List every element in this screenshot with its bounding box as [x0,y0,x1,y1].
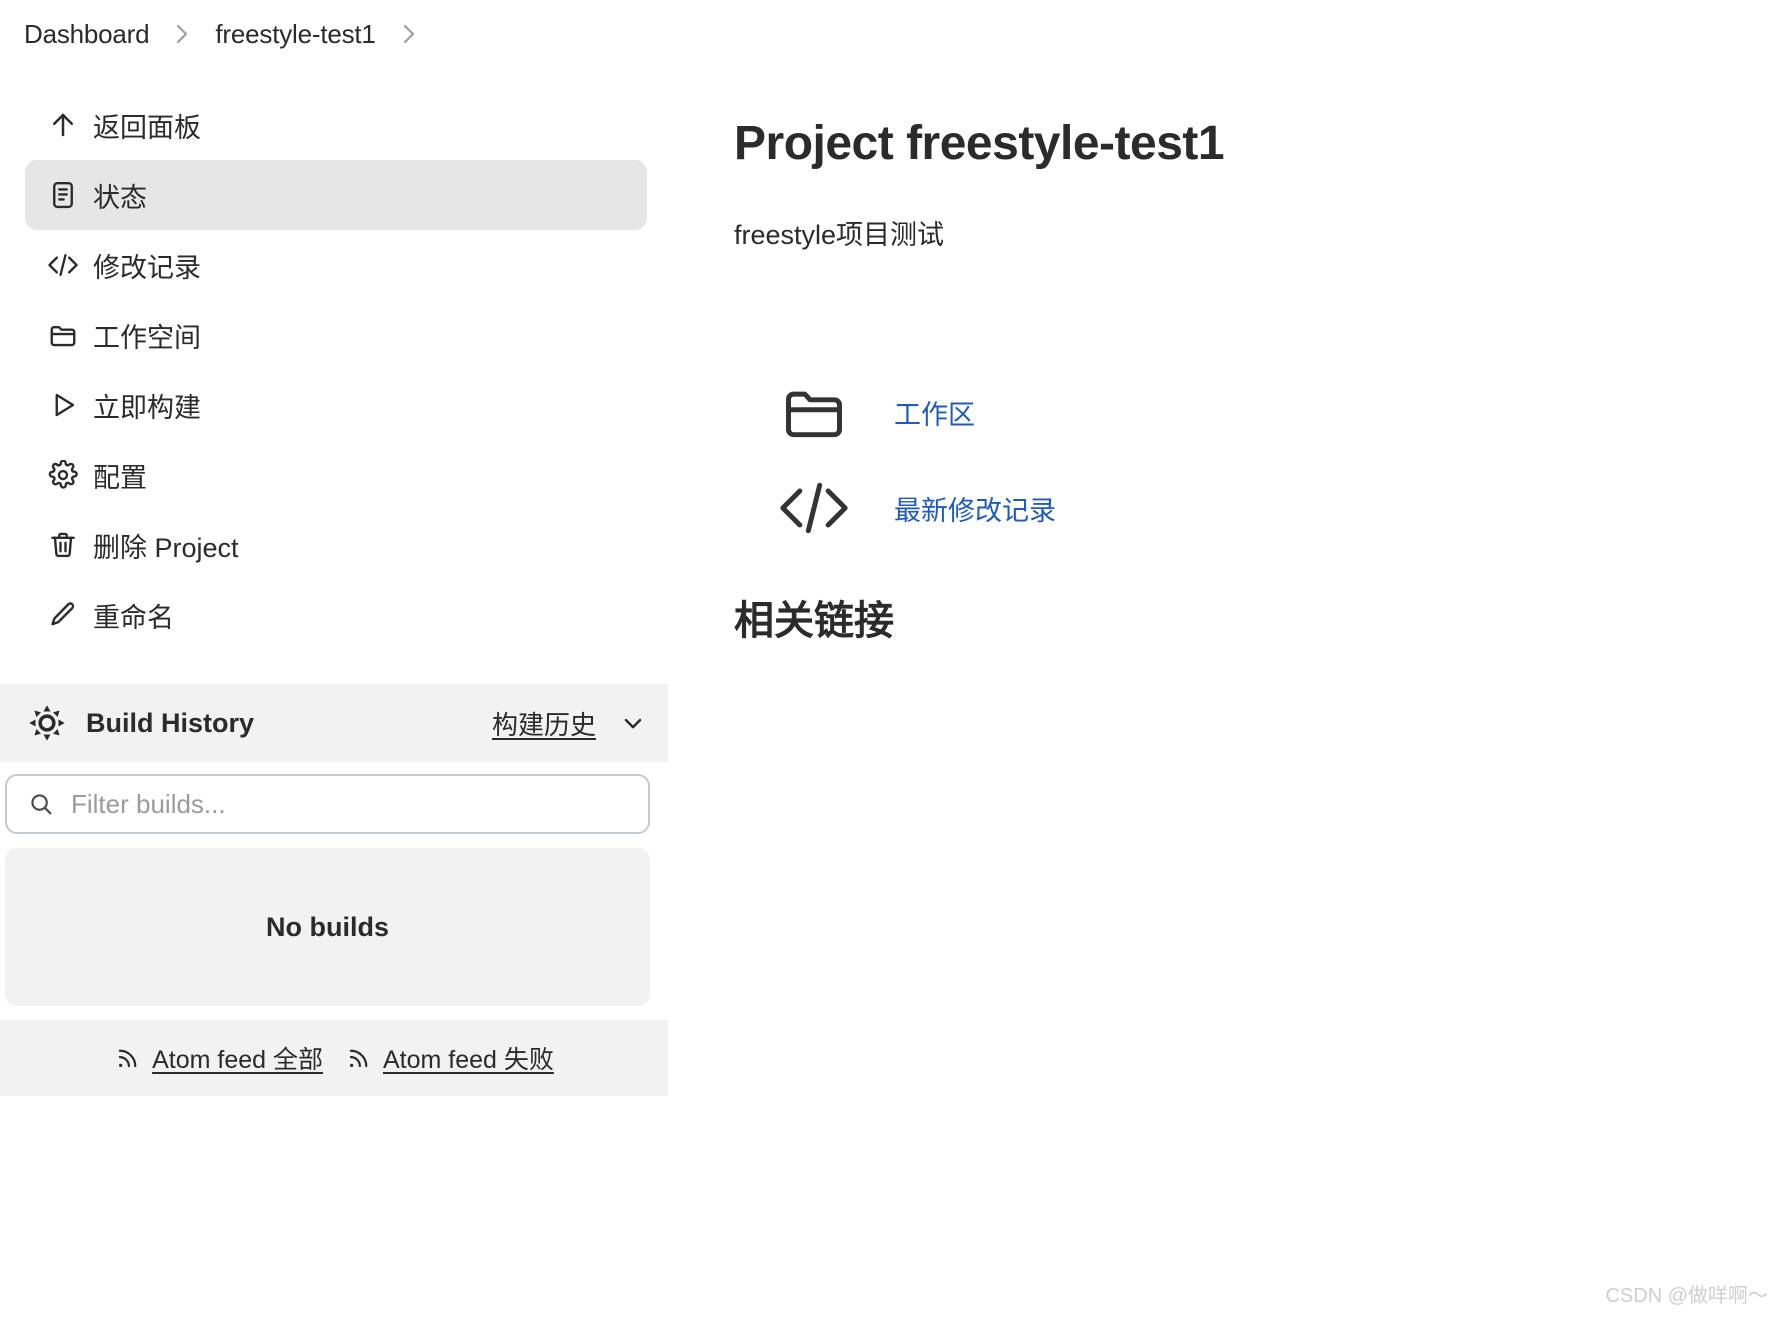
breadcrumb-item-dashboard[interactable]: Dashboard [24,19,150,50]
sidebar-item-label: 重命名 [93,602,174,633]
build-history-actions: 构建历史 [492,705,648,742]
atom-feed-all-label: Atom feed 全部 [152,1046,323,1074]
project-links: 工作区 最新修改记录 [734,364,1750,556]
sidebar-item-label: 立即构建 [93,392,201,423]
atom-feeds-bar: Atom feed 全部 Atom feed 失败 [0,1020,668,1096]
filter-builds-input[interactable] [71,788,628,820]
sidebar-item-label: 返回面板 [93,112,201,143]
build-history-panel: Build History 构建历史 No builds [0,684,672,1096]
sidebar-item-label: 工作空间 [93,322,201,353]
breadcrumb-item-project[interactable]: freestyle-test1 [215,19,375,50]
project-description: freestyle项目测试 [734,220,945,250]
sidebar-item-build-now[interactable]: 立即构建 [25,370,647,440]
page-title: Project freestyle-test1 [734,117,1225,170]
no-builds-label: No builds [266,911,389,942]
folder-icon [734,378,894,446]
workspace-link-label: 工作区 [894,399,975,430]
sidebar-item-changes[interactable]: 修改记录 [25,230,647,300]
document-icon [47,179,79,211]
sidebar-item-rename[interactable]: 重命名 [25,580,647,650]
folder-icon [47,319,79,351]
arrow-up-icon [47,109,79,141]
pencil-icon [47,599,79,631]
filter-builds-container[interactable] [5,774,650,834]
rss-icon [345,1044,373,1072]
trash-icon [47,529,79,561]
atom-feed-failed-link[interactable]: Atom feed 失败 [345,1040,554,1076]
build-history-title: Build History [86,707,255,738]
build-history-icon [26,702,68,744]
build-history-link[interactable]: 构建历史 [492,705,596,742]
watermark: CSDN @做咩啊～ [1605,1285,1768,1307]
sidebar-item-label: 修改记录 [93,252,201,283]
sidebar-item-back-to-dashboard[interactable]: 返回面板 [25,90,647,160]
workspace-link-row[interactable]: 工作区 [734,364,1750,460]
chevron-right-icon [149,18,215,50]
sidebar: 返回面板 状态 修改记录 工作空间 立即构建 配置 删除 Project 重命名… [0,68,672,1096]
sidebar-item-label: 状态 [93,182,147,213]
sidebar-item-status[interactable]: 状态 [25,160,647,230]
related-links-heading: 相关链接 [734,599,894,643]
breadcrumb: Dashboard freestyle-test1 [0,0,1790,68]
play-icon [47,389,79,421]
latest-changes-link-row[interactable]: 最新修改记录 [734,460,1750,556]
sidebar-item-workspace[interactable]: 工作空间 [25,300,647,370]
code-icon [734,474,894,542]
atom-feed-all-link[interactable]: Atom feed 全部 [114,1040,323,1076]
sidebar-item-delete-project[interactable]: 删除 Project [25,510,647,580]
sidebar-item-label: 配置 [93,462,147,493]
sidebar-item-configure[interactable]: 配置 [25,440,647,510]
sidebar-nav: 返回面板 状态 修改记录 工作空间 立即构建 配置 删除 Project 重命名 [0,90,672,650]
rss-icon [114,1044,142,1072]
gear-icon [47,459,79,491]
chevron-down-icon[interactable] [618,708,648,738]
chevron-right-icon-2 [376,18,442,50]
main-content: Project freestyle-test1 freestyle项目测试 工作… [672,68,1790,646]
search-icon [27,790,55,818]
sidebar-item-label: 删除 Project [93,532,239,563]
code-icon [47,249,79,281]
no-builds-panel: No builds [5,848,650,1006]
build-history-header: Build History 构建历史 [0,684,668,762]
latest-changes-link-label: 最新修改记录 [894,495,1056,526]
atom-feed-failed-label: Atom feed 失败 [383,1046,554,1074]
